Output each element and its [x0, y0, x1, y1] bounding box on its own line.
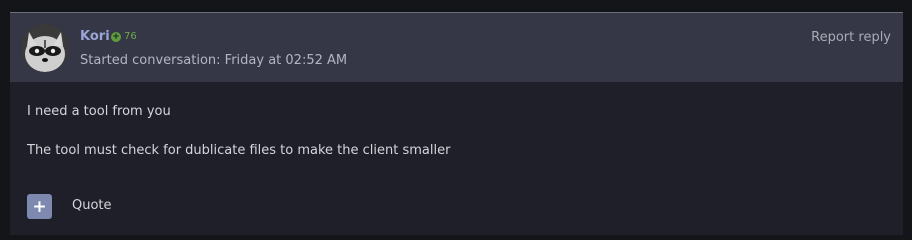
quote-button[interactable]: +	[27, 194, 52, 219]
conversation-started-text: Started conversation: Friday at 02:52 AM	[80, 53, 348, 68]
quote-label[interactable]: Quote	[72, 198, 112, 213]
reputation-badge: + 76	[111, 31, 137, 42]
message-line-2: The tool must check for dublicate files …	[27, 143, 451, 158]
raccoon-avatar-icon	[21, 24, 69, 72]
username-link[interactable]: Kori	[80, 29, 110, 44]
plus-circle-icon: +	[111, 31, 121, 42]
post-header: Kori + 76 Started conversation: Friday a…	[10, 13, 903, 82]
message-line-1: I need a tool from you	[27, 104, 171, 119]
user-avatar[interactable]	[21, 24, 69, 72]
plus-icon: +	[32, 196, 47, 217]
reputation-count: 76	[124, 31, 137, 42]
conversation-post: Kori + 76 Started conversation: Friday a…	[10, 12, 903, 235]
report-reply-link[interactable]: Report reply	[811, 30, 891, 45]
